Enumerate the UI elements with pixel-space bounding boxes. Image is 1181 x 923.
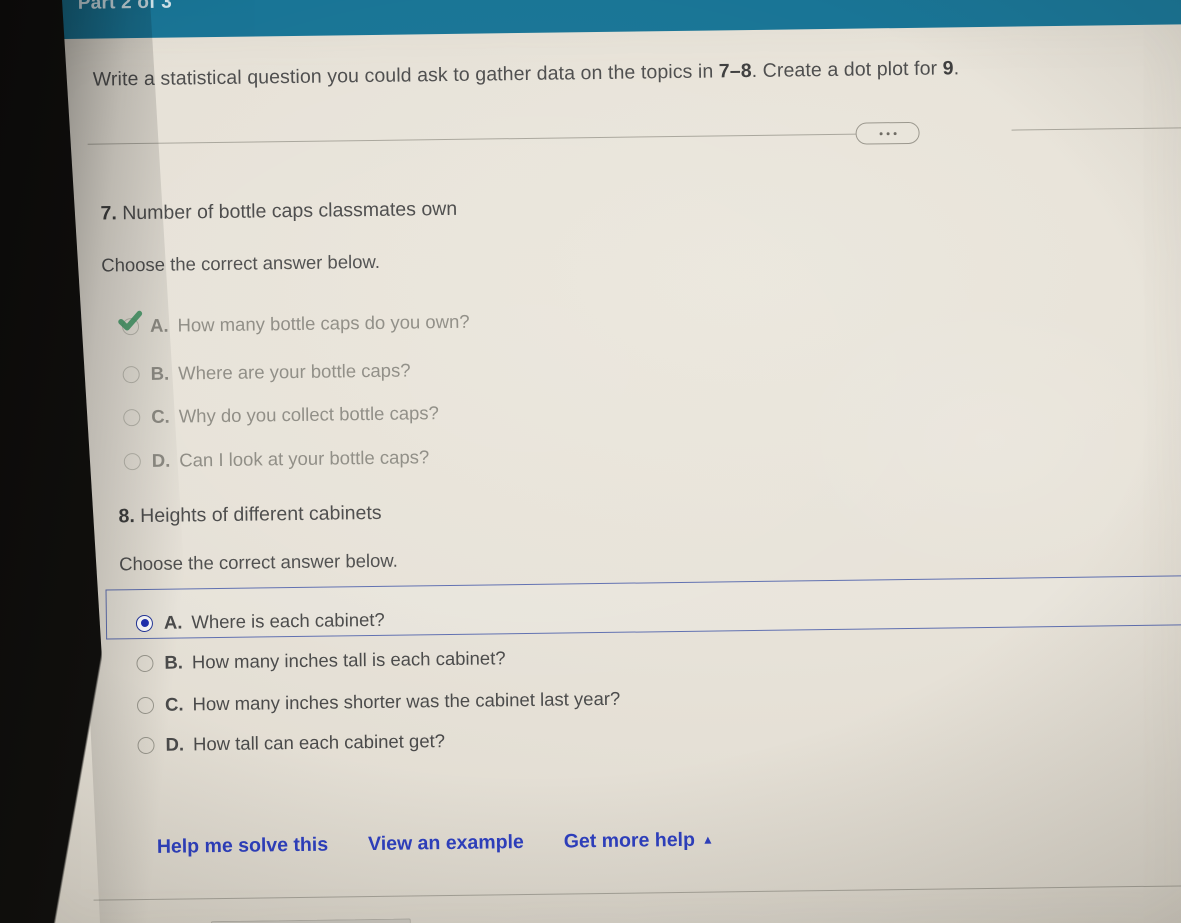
prompt-bold-topics: 7–8 (719, 60, 752, 82)
homework-app: Part 2 of 3 Write a statistical question… (0, 0, 1181, 923)
radio-button[interactable] (137, 736, 154, 753)
question-7-text: Number of bottle caps classmates own (122, 198, 457, 224)
question-7-option-b[interactable]: B. Where are your bottle caps? (123, 359, 411, 385)
question-7-instruction: Choose the correct answer below. (101, 251, 380, 277)
divider-line-right (1012, 126, 1181, 131)
question-7-number: 7. (100, 202, 117, 224)
radio-button[interactable] (122, 318, 139, 335)
caret-up-icon: ▲ (702, 833, 714, 847)
option-letter: A. (150, 315, 169, 337)
question-8-title: 8. Heights of different cabinets (118, 502, 381, 528)
footer-tab-stub (211, 919, 411, 923)
question-8-instruction: Choose the correct answer below. (119, 550, 398, 576)
ellipsis-icon (886, 132, 889, 135)
option-letter: B. (151, 363, 170, 385)
option-text: How tall can each cabinet get? (193, 730, 445, 755)
question-prompt: Write a statistical question you could a… (93, 55, 1153, 92)
option-text: Where is each cabinet? (191, 609, 385, 634)
section-divider (88, 118, 1181, 154)
option-text: Where are your bottle caps? (178, 359, 411, 384)
question-7-option-d[interactable]: D. Can I look at your bottle caps? (124, 446, 430, 472)
get-more-help-label: Get more help (564, 829, 695, 853)
radio-button[interactable] (136, 654, 153, 671)
prompt-text-middle: . Create a dot plot for (752, 57, 943, 81)
more-options-button[interactable] (855, 122, 919, 145)
option-letter: B. (164, 651, 183, 673)
help-me-solve-this-link[interactable]: Help me solve this (157, 834, 329, 859)
option-text: How many inches tall is each cabinet? (192, 647, 506, 673)
ellipsis-icon (879, 132, 882, 135)
option-text: Why do you collect bottle caps? (179, 402, 439, 427)
question-8-option-a[interactable]: A. Where is each cabinet? (136, 609, 385, 634)
question-8-option-c[interactable]: C. How many inches shorter was the cabin… (137, 688, 621, 716)
question-8-text: Heights of different cabinets (140, 502, 382, 527)
option-letter: C. (151, 406, 170, 428)
question-8-option-d[interactable]: D. How tall can each cabinet get? (137, 730, 445, 756)
option-text: How many bottle caps do you own? (177, 311, 469, 337)
radio-button[interactable] (137, 696, 154, 713)
option-letter: A. (164, 611, 183, 633)
radio-button-selected[interactable] (136, 614, 153, 631)
question-7-option-c[interactable]: C. Why do you collect bottle caps? (123, 402, 439, 428)
prompt-bold-dotplot: 9 (943, 57, 954, 79)
prompt-text-after: . (953, 57, 959, 79)
part-progress-header: Part 2 of 3 (56, 0, 1181, 39)
question-7-title: 7. Number of bottle caps classmates own (100, 198, 457, 226)
footer-divider (94, 885, 1181, 900)
prompt-text-before: Write a statistical question you could a… (93, 60, 719, 90)
option-letter: D. (152, 450, 171, 472)
radio-button[interactable] (123, 409, 140, 426)
photo-of-screen: Part 2 of 3 Write a statistical question… (0, 0, 1181, 923)
part-progress-label: Part 2 of 3 (78, 0, 1181, 15)
option-text: Can I look at your bottle caps? (179, 446, 429, 471)
question-7-option-a[interactable]: A. How many bottle caps do you own? (122, 311, 470, 338)
radio-button[interactable] (123, 366, 140, 383)
question-8-number: 8. (118, 505, 135, 527)
option-letter: C. (165, 693, 184, 715)
screen-surface: Part 2 of 3 Write a statistical question… (0, 0, 1181, 923)
get-more-help-link[interactable]: Get more help ▲ (564, 829, 714, 854)
ellipsis-icon (893, 132, 896, 135)
option-letter: D. (165, 733, 184, 755)
divider-line-left (88, 134, 858, 145)
help-links-row: Help me solve this View an example Get m… (157, 829, 714, 859)
radio-button[interactable] (124, 453, 141, 470)
view-an-example-link[interactable]: View an example (368, 831, 524, 856)
option-text: How many inches shorter was the cabinet … (192, 688, 620, 716)
question-8-option-b[interactable]: B. How many inches tall is each cabinet? (136, 647, 505, 674)
